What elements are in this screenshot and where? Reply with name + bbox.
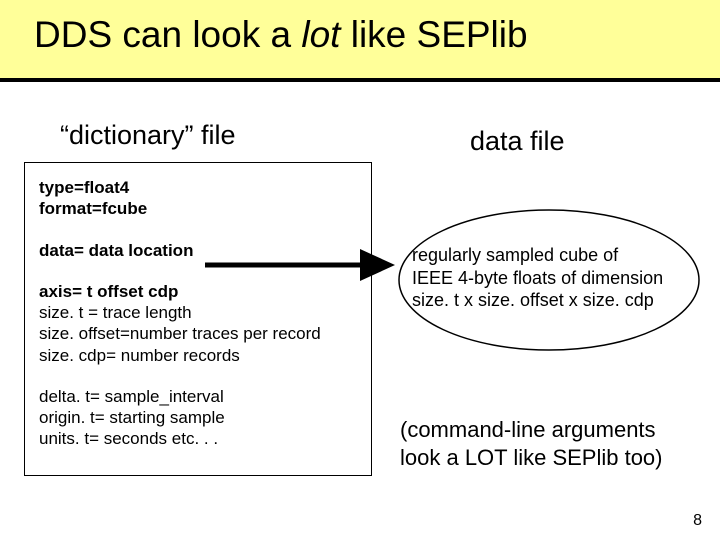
dict-delta: delta. t= sample_interval — [39, 386, 357, 407]
title-pre: DDS can look a — [34, 14, 301, 55]
ellipse-text: regularly sampled cube of IEEE 4-byte fl… — [412, 244, 692, 312]
slide-title: DDS can look a lot like SEPlib — [34, 14, 528, 56]
data-file-ellipse: regularly sampled cube of IEEE 4-byte fl… — [394, 204, 704, 356]
title-band: DDS can look a lot like SEPlib — [0, 0, 720, 82]
ellipse-l2: IEEE 4-byte floats of dimension — [412, 267, 692, 290]
dict-type: type=float4 — [39, 177, 357, 198]
ellipse-l1: regularly sampled cube of — [412, 244, 692, 267]
cmdline-l2: look a LOT like SEPlib too) — [400, 444, 710, 472]
commandline-note: (command-line arguments look a LOT like … — [400, 416, 710, 471]
dict-size-cdp: size. cdp= number records — [39, 345, 357, 366]
arrow-icon — [205, 235, 395, 295]
title-post: like SEPlib — [340, 14, 527, 55]
page-number: 8 — [693, 512, 702, 530]
dict-format: format=fcube — [39, 198, 357, 219]
subhead-datafile: data file — [470, 126, 565, 157]
dictionary-file-box: type=float4 format=fcube data= data loca… — [24, 162, 372, 476]
dict-origin: origin. t= starting sample — [39, 407, 357, 428]
dict-size-offset: size. offset=number traces per record — [39, 323, 357, 344]
ellipse-l3: size. t x size. offset x size. cdp — [412, 289, 692, 312]
title-ital: lot — [301, 14, 340, 55]
cmdline-l1: (command-line arguments — [400, 416, 710, 444]
dict-units: units. t= seconds etc. . . — [39, 428, 357, 449]
subhead-dictionary: “dictionary” file — [60, 120, 236, 151]
dict-size-t: size. t = trace length — [39, 302, 357, 323]
